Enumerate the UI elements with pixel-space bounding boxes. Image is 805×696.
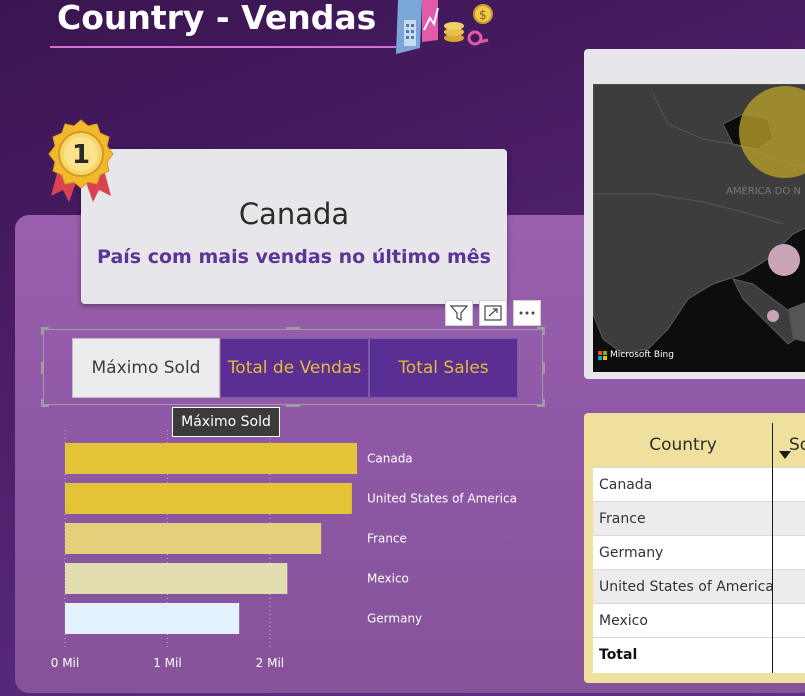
first-place-medal-icon: 1 (48, 119, 114, 202)
resize-handle[interactable] (286, 404, 300, 407)
top-country-name: Canada (238, 197, 350, 231)
table-row[interactable]: Mexico (593, 603, 805, 637)
category-label: Canada (367, 452, 413, 466)
medal-number: 1 (72, 140, 90, 170)
microsoft-logo-icon (598, 350, 607, 360)
table-cell-country: Canada (599, 477, 653, 493)
bar-united-states-of-america[interactable] (65, 483, 352, 514)
map-region-label: AMÉRICA DO N (726, 184, 801, 197)
bing-attribution-text: Microsoft Bing (610, 350, 674, 360)
category-label: France (367, 532, 407, 546)
table-header-country[interactable]: Country (593, 423, 773, 467)
table-header-sold-label: So (789, 435, 805, 455)
resize-handle[interactable] (41, 399, 44, 407)
category-label: Germany (367, 612, 422, 626)
bar-france[interactable] (65, 523, 322, 554)
bar-mexico[interactable] (65, 563, 288, 594)
more-options-icon (519, 311, 535, 315)
x-tick-label: 1 Mil (153, 656, 181, 670)
bar-canada[interactable] (65, 443, 357, 474)
category-label: United States of America (367, 492, 517, 506)
table-row[interactable]: Canada (593, 467, 805, 501)
resize-handle[interactable] (542, 362, 545, 374)
table-cell-country: United States of America (599, 579, 774, 595)
resize-handle[interactable] (542, 327, 545, 335)
table-row[interactable]: France (593, 501, 805, 535)
page-title: Country - Vendas (57, 0, 377, 37)
table-header-sold[interactable]: So (774, 423, 805, 467)
filter-icon (450, 305, 468, 321)
measure-slicer: Máximo Sold Total de Vendas Total Sales (72, 338, 518, 398)
category-label: Mexico (367, 572, 409, 586)
resize-handle[interactable] (41, 327, 44, 335)
sales-bar-chart: 0 Mil 1 Mil 2 Mil Canada United States of Am… (51, 430, 517, 670)
title-underline (50, 46, 396, 48)
tab-total-sales[interactable]: Total Sales (369, 338, 518, 398)
tab-total-de-vendas[interactable]: Total de Vendas (220, 338, 369, 398)
svg-text:$: $ (479, 8, 487, 22)
focus-mode-icon (484, 305, 502, 321)
top-country-card: Canada País com mais vendas no último mê… (81, 149, 507, 304)
table-cell-country: France (599, 511, 646, 527)
resize-handle[interactable] (286, 327, 300, 330)
table-row[interactable]: United States of America (593, 569, 805, 603)
tab-tooltip: Máximo Sold (172, 407, 280, 437)
filter-button[interactable] (445, 300, 473, 326)
map-bubble-usa[interactable] (768, 244, 800, 276)
table-column-separator (772, 423, 773, 673)
table-total-row: Total (593, 637, 805, 673)
tab-maximo-sold[interactable]: Máximo Sold (72, 338, 220, 398)
finance-illustration-icon: $ (396, 0, 493, 54)
top-country-subtitle: País com mais vendas no último mês (97, 246, 491, 268)
table-total-label: Total (599, 647, 638, 663)
map-bubble-mexico[interactable] (767, 310, 779, 322)
table-cell-country: Mexico (599, 613, 648, 629)
bing-attribution: Microsoft Bing (598, 350, 674, 360)
sales-map[interactable]: AMÉRICA DO N (593, 84, 805, 372)
table-cell-country: Germany (599, 545, 664, 561)
bar-germany[interactable] (65, 603, 240, 634)
map-canvas: AMÉRICA DO N (593, 84, 805, 355)
focus-mode-button[interactable] (479, 300, 507, 326)
x-tick-label: 2 Mil (256, 656, 284, 670)
resize-handle[interactable] (41, 362, 44, 374)
sort-descending-icon[interactable] (779, 451, 791, 459)
resize-handle[interactable] (542, 399, 545, 407)
x-tick-label: 0 Mil (51, 656, 79, 670)
table-row[interactable]: Germany (593, 535, 805, 569)
more-options-button[interactable] (513, 300, 541, 326)
